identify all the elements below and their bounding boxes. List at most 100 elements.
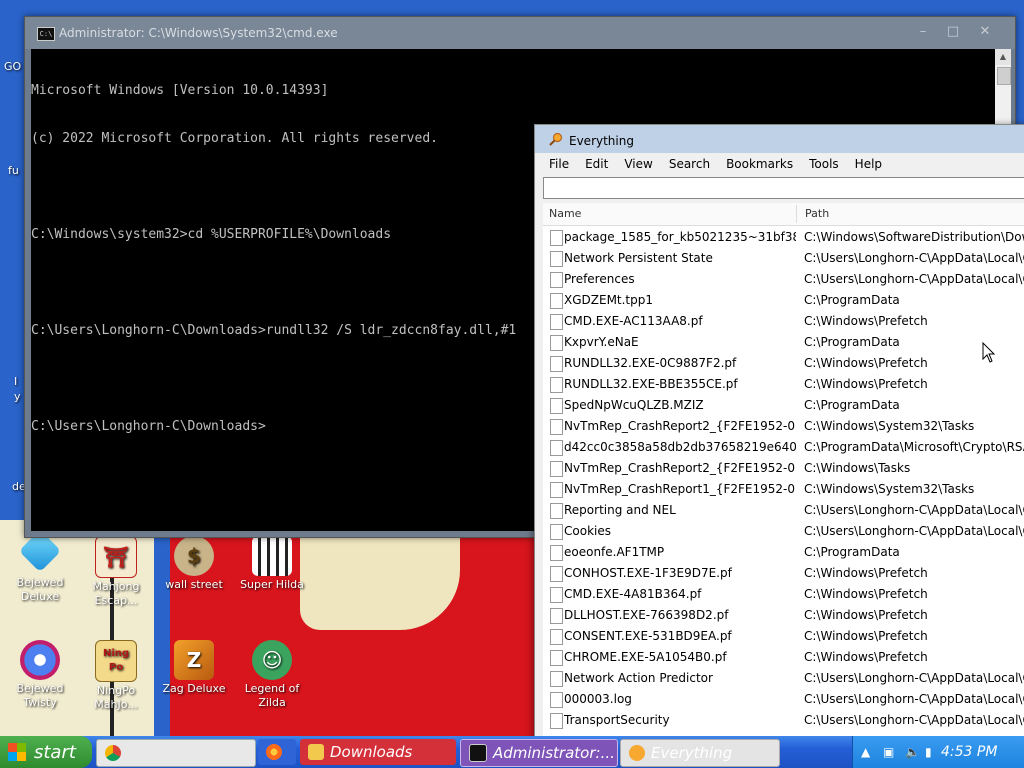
result-row[interactable]: Preferences C:\Users\Longhorn-C\AppData\L… <box>543 269 1024 290</box>
file-icon <box>550 587 563 603</box>
result-row[interactable]: SpedNpWcuQLZB.MZIZ C:\ProgramData <box>543 395 1024 416</box>
desktop-icon-wall-street[interactable]: $ wall street <box>156 536 232 592</box>
everything-window[interactable]: Everything File Edit View Search Bookmar… <box>534 124 1024 746</box>
desktop-icon-legend-of-zilda[interactable]: ☺ Legend of Zilda <box>234 640 310 710</box>
network-icon[interactable]: ▣ <box>883 745 894 759</box>
file-icon <box>550 461 563 477</box>
column-header-name[interactable]: Name <box>549 207 581 220</box>
desktop-icon-ningpo-mahjong[interactable]: Ning Po NingPo MahJo... <box>78 640 154 712</box>
file-icon <box>550 314 563 330</box>
result-name: TransportSecurity <box>564 713 670 727</box>
file-icon <box>550 419 563 435</box>
desktop-icon-label-partial[interactable]: fu <box>8 164 19 177</box>
search-icon <box>629 745 645 761</box>
result-row[interactable]: NvTmRep_CrashReport1_{F2FE1952-018... C:\… <box>543 479 1024 500</box>
column-divider[interactable] <box>796 205 797 223</box>
menu-file[interactable]: File <box>541 155 577 175</box>
result-row[interactable]: CHROME.EXE-5A1054B0.pf C:\Windows\Prefetc… <box>543 647 1024 668</box>
result-row[interactable]: 000003.log C:\Users\Longhorn-C\AppData\Lo… <box>543 689 1024 710</box>
result-row[interactable]: Cookies C:\Users\Longhorn-C\AppData\Local… <box>543 521 1024 542</box>
result-path: C:\Windows\Prefetch <box>804 314 928 328</box>
desktop-icon-zag-deluxe[interactable]: Z Zag Deluxe <box>156 640 232 696</box>
result-row[interactable]: DLLHOST.EXE-766398D2.pf C:\Windows\Prefet… <box>543 605 1024 626</box>
zag-icon: Z <box>174 640 214 680</box>
desktop-icon-mahjong-escape[interactable]: ⛩ Mahjong Escap... <box>78 536 154 608</box>
results-list[interactable]: Name Path package_1585_for_kb5021235~31b… <box>543 203 1024 743</box>
search-input[interactable] <box>543 177 1024 199</box>
everything-titlebar[interactable]: Everything <box>535 125 1024 153</box>
taskbar-button-everything[interactable]: Everything <box>620 739 780 767</box>
result-path: C:\Windows\Tasks <box>804 461 911 475</box>
result-name: d42cc0c3858a58db2db37658219e6400_... <box>564 440 796 454</box>
result-path: C:\ProgramData\Microsoft\Crypto\RSA <box>804 440 1024 454</box>
menu-help[interactable]: Help <box>847 155 890 175</box>
close-button[interactable]: ✕ <box>975 25 995 41</box>
desktop-icon-super-hilda[interactable]: Super Hilda <box>234 536 310 592</box>
menu-tools[interactable]: Tools <box>801 155 847 175</box>
result-row[interactable]: eoeonfe.AF1TMP C:\ProgramData <box>543 542 1024 563</box>
file-icon <box>550 692 563 708</box>
cmd-icon <box>469 744 487 762</box>
result-row[interactable]: XGDZEMt.tpp1 C:\ProgramData <box>543 290 1024 311</box>
system-tray: ▲ ▣ 🔈 ▮ 4:53 PM <box>852 736 1024 768</box>
result-name: package_1585_for_kb5021235~31bf385... <box>564 230 796 244</box>
result-row[interactable]: d42cc0c3858a58db2db37658219e6400_... C:\P… <box>543 437 1024 458</box>
result-path: C:\Windows\System32\Tasks <box>804 419 975 433</box>
menu-search[interactable]: Search <box>661 155 718 175</box>
desktop-icon-label-partial[interactable]: I <box>14 375 17 388</box>
taskbar: start Downloads Administrator:... Everyt… <box>0 736 1024 768</box>
desktop-icon-label: Mahjong <box>92 580 140 593</box>
zelda-character-icon: ☺ <box>252 640 292 680</box>
result-path: C:\Users\Longhorn-C\AppData\Local\Go <box>804 503 1024 517</box>
result-row[interactable]: Network Persistent State C:\Users\Longhor… <box>543 248 1024 269</box>
result-row[interactable]: RUNDLL32.EXE-BBE355CE.pf C:\Windows\Prefe… <box>543 374 1024 395</box>
result-row[interactable]: Reporting and NEL C:\Users\Longhorn-C\App… <box>543 500 1024 521</box>
result-row[interactable]: package_1585_for_kb5021235~31bf385... C:\… <box>543 227 1024 248</box>
menu-view[interactable]: View <box>616 155 660 175</box>
cmd-titlebar[interactable]: C:\ Administrator: C:\Windows\System32\c… <box>25 17 1015 49</box>
menu-bookmarks[interactable]: Bookmarks <box>718 155 801 175</box>
result-row[interactable]: TransportSecurity C:\Users\Longhorn-C\App… <box>543 710 1024 731</box>
result-row[interactable]: NvTmRep_CrashReport2_{F2FE1952-01... C:\W… <box>543 416 1024 437</box>
clock[interactable]: 4:53 PM <box>941 744 997 760</box>
taskbar-button-downloads[interactable]: Downloads <box>300 739 456 765</box>
taskbar-button-firefox[interactable] <box>258 739 296 765</box>
show-hidden-icons-arrow-icon[interactable]: ▲ <box>861 745 870 759</box>
minimize-button[interactable]: – <box>913 25 933 41</box>
pixel-character-icon <box>252 536 292 576</box>
windows-logo-icon <box>8 743 26 761</box>
file-icon <box>550 545 563 561</box>
result-path: C:\Users\Longhorn-C\AppData\Local\Go <box>804 713 1024 727</box>
result-row[interactable]: NvTmRep_CrashReport2_{F2FE1952-01... C:\W… <box>543 458 1024 479</box>
result-row[interactable]: CONSENT.EXE-531BD9EA.pf C:\Windows\Prefet… <box>543 626 1024 647</box>
desktop-icon-label-partial[interactable]: y <box>14 390 21 403</box>
result-name: 000003.log <box>564 692 632 706</box>
menu-edit[interactable]: Edit <box>577 155 616 175</box>
maximize-button[interactable]: □ <box>943 25 963 41</box>
column-header-path[interactable]: Path <box>805 207 829 220</box>
desktop-icon-bejewed-twisty[interactable]: Bejewed Twisty <box>2 640 78 710</box>
result-row[interactable]: KxpvrY.eNaE C:\ProgramData <box>543 332 1024 353</box>
result-row[interactable]: RUNDLL32.EXE-0C9887F2.pf C:\Windows\Prefe… <box>543 353 1024 374</box>
scroll-up-arrow-icon[interactable]: ▲ <box>995 49 1011 65</box>
desktop-icon-label: Escap... <box>94 594 138 607</box>
taskbar-button-label: Administrator:... <box>493 744 615 762</box>
result-path: C:\Users\Longhorn-C\AppData\Local\Go <box>804 524 1024 538</box>
result-row[interactable]: CMD.EXE-4A81B364.pf C:\Windows\Prefetch <box>543 584 1024 605</box>
start-button[interactable]: start <box>0 736 92 768</box>
result-row[interactable]: CMD.EXE-AC113AA8.pf C:\Windows\Prefetch <box>543 311 1024 332</box>
result-row[interactable]: Network Action Predictor C:\Users\Longhor… <box>543 668 1024 689</box>
firefox-icon <box>266 744 282 760</box>
file-icon <box>550 503 563 519</box>
file-icon <box>550 356 563 372</box>
desktop-icon-label-partial[interactable]: GO <box>4 60 21 73</box>
volume-icon[interactable]: 🔈 <box>905 745 920 759</box>
power-icon[interactable]: ▮ <box>925 745 932 759</box>
result-name: RUNDLL32.EXE-BBE355CE.pf <box>564 377 738 391</box>
result-path: C:\ProgramData <box>804 293 900 307</box>
desktop-icon-bejewed-deluxe[interactable]: Bejewed Deluxe <box>2 529 78 604</box>
taskbar-button-chrome[interactable] <box>96 739 256 767</box>
taskbar-button-administrator[interactable]: Administrator:... <box>460 739 618 767</box>
result-row[interactable]: CONHOST.EXE-1F3E9D7E.pf C:\Windows\Prefet… <box>543 563 1024 584</box>
scroll-thumb[interactable] <box>997 67 1011 85</box>
